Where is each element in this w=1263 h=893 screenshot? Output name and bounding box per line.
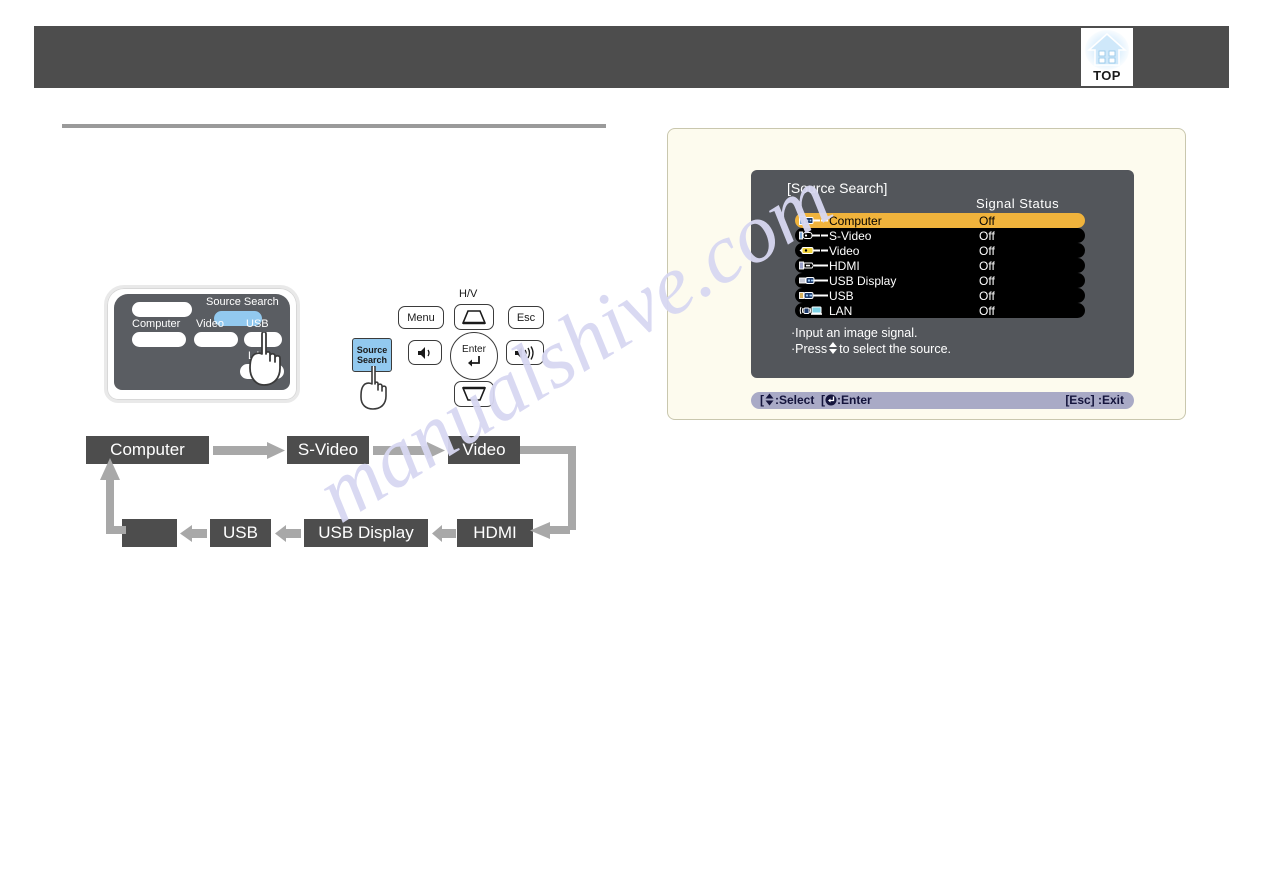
source-search-key-line1: Source <box>356 345 388 355</box>
flow-box-usb: USB <box>210 519 271 547</box>
volume-up-key[interactable] <box>506 340 544 365</box>
osd-source-status: Off <box>979 303 995 318</box>
osd-hint-line-2-suffix: to select the source. <box>839 342 951 356</box>
osd-row-hdmi[interactable]: HDMI Off <box>795 258 1085 273</box>
osd-row-usb[interactable]: USB Off <box>795 288 1085 303</box>
flow-arrow-usb-display-to-usb <box>275 525 301 542</box>
usb-display-port-icon <box>799 275 829 287</box>
usb-port-icon <box>799 290 829 302</box>
volume-down-key[interactable] <box>408 340 442 365</box>
menu-key[interactable]: Menu <box>398 306 444 329</box>
flow-arrowhead-into-computer <box>100 458 120 480</box>
flow-box-svideo: S-Video <box>287 436 369 464</box>
keystone-down-icon <box>462 386 486 401</box>
remote-keypad-figure: H/V Menu Esc Source Search Enter <box>352 288 544 410</box>
enter-circle-icon <box>825 394 837 406</box>
osd-row-usb-display[interactable]: USB Display Off <box>795 273 1085 288</box>
osd-row-computer[interactable]: Computer Off <box>795 213 1085 228</box>
osd-footer-right: [Esc] :Exit <box>1065 393 1124 407</box>
osd-source-status: Off <box>979 288 995 303</box>
osd-row-video[interactable]: Video Off <box>795 243 1085 258</box>
panel-button-video[interactable] <box>194 332 238 347</box>
source-cycle-flow-diagram: Computer S-Video Video HDMI USB Display … <box>86 430 586 558</box>
speaker-icon <box>418 346 430 359</box>
top-nav-label: TOP <box>1093 68 1121 83</box>
keystone-up-key[interactable] <box>454 304 494 330</box>
flow-arrowhead-into-hdmi <box>530 522 550 539</box>
enter-key-label: Enter <box>462 344 486 355</box>
osd-hint-text: ·Input an image signal. ·Press to select … <box>791 325 951 357</box>
speaker-loud-icon <box>515 345 534 360</box>
video-rca-port-icon <box>799 245 829 257</box>
osd-footer-bar: [:Select [:Enter [Esc] :Exit <box>751 392 1134 409</box>
osd-source-name: USB <box>829 288 854 303</box>
keystone-up-icon <box>462 310 486 325</box>
osd-source-name: S-Video <box>829 228 872 243</box>
flow-box-usb-display: USB Display <box>304 519 428 547</box>
top-nav-button[interactable]: TOP <box>1081 28 1133 86</box>
esc-key[interactable]: Esc <box>508 306 544 329</box>
lan-wireless-icon <box>799 305 829 317</box>
osd-hint-line-1: ·Input an image signal. <box>791 326 918 340</box>
osd-callout-panel: [Source Search] Signal Status Computer O… <box>667 128 1186 420</box>
flow-box-hdmi: HDMI <box>457 519 533 547</box>
projector-control-panel-figure: Source Search Computer Video USB LAN <box>104 285 300 403</box>
osd-hint-line-2-prefix: ·Press <box>791 342 828 356</box>
osd-footer-enter-label: :Enter <box>837 393 872 407</box>
osd-signal-status-header: Signal Status <box>976 196 1060 211</box>
flow-box-video: Video <box>448 436 520 464</box>
enter-arrow-icon <box>468 356 480 367</box>
osd-hint-line-2: ·Press to select the source. <box>791 341 951 357</box>
osd-source-status: Off <box>979 258 995 273</box>
osd-source-status: Off <box>979 273 995 288</box>
pointing-hand-icon <box>249 332 281 386</box>
panel-label-usb: USB <box>246 318 269 330</box>
flow-line-video-down <box>568 446 576 530</box>
page-header-bar <box>34 26 1229 88</box>
house-icon-glyph <box>1087 32 1127 66</box>
panel-label-computer: Computer <box>132 318 181 330</box>
hdmi-port-icon <box>799 260 829 272</box>
osd-source-list: Computer Off S-Video Off Video Off HDMI … <box>795 213 1085 318</box>
osd-footer-left: [:Select [:Enter <box>760 393 872 407</box>
flow-arrow-usb-to-lan <box>180 525 207 542</box>
panel-face: Source Search Computer Video USB LAN <box>114 294 290 390</box>
osd-source-name: Computer <box>829 213 882 228</box>
osd-source-status: Off <box>979 213 995 228</box>
pointing-hand-icon-remote <box>360 366 387 410</box>
house-icon <box>1084 30 1130 70</box>
osd-source-name: LAN <box>829 303 853 318</box>
panel-button-computer[interactable] <box>132 332 186 347</box>
svideo-port-icon <box>799 230 829 242</box>
hv-keystone-label: H/V <box>459 288 478 300</box>
keystone-down-key[interactable] <box>454 381 494 407</box>
updown-arrow-icon-footer <box>765 393 774 406</box>
osd-source-status: Off <box>979 228 995 243</box>
panel-button-blank-top[interactable] <box>132 302 192 317</box>
flow-arrow-hdmi-to-usb-display <box>432 525 456 542</box>
enter-key[interactable]: Enter <box>450 332 498 380</box>
flow-arrow-computer-to-svideo <box>213 442 285 459</box>
flow-arrow-svideo-to-video <box>373 442 445 459</box>
osd-source-status: Off <box>979 243 995 258</box>
panel-label-video: Video <box>196 318 224 330</box>
osd-source-name: USB Display <box>829 273 897 288</box>
source-search-key-line2: Search <box>356 355 388 365</box>
section-divider <box>62 124 606 128</box>
osd-screen: [Source Search] Signal Status Computer O… <box>751 170 1134 378</box>
osd-footer-select-label: :Select <box>775 393 815 407</box>
updown-arrow-icon <box>827 341 840 355</box>
osd-title: [Source Search] <box>787 180 888 196</box>
panel-label-source-search: Source Search <box>206 296 279 308</box>
flow-box-lan <box>122 519 177 547</box>
osd-source-name: HDMI <box>829 258 860 273</box>
computer-port-icon <box>799 215 829 227</box>
flow-line-lan-up <box>106 478 114 534</box>
osd-row-svideo[interactable]: S-Video Off <box>795 228 1085 243</box>
osd-row-lan[interactable]: LAN Off <box>795 303 1085 318</box>
osd-source-name: Video <box>829 243 860 258</box>
